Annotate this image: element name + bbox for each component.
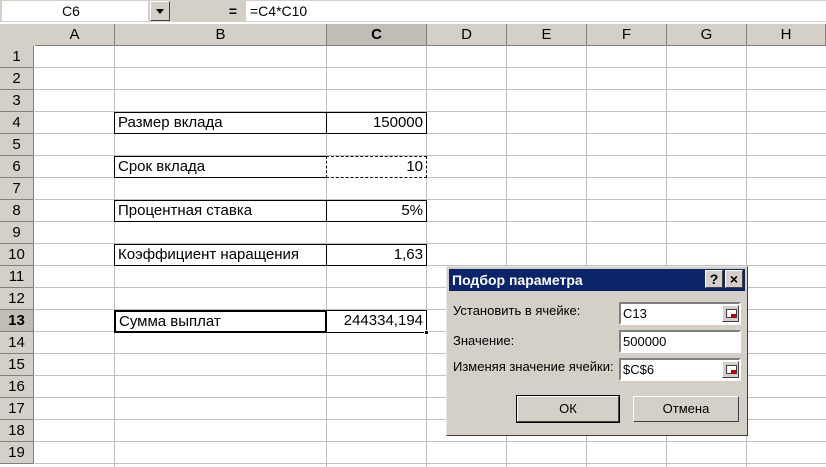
cancel-button[interactable]: Отмена	[633, 396, 739, 422]
row-header-2[interactable]: 2	[0, 68, 34, 90]
formula-input[interactable]: =C4*C10	[246, 1, 826, 21]
cell-b8[interactable]: Процентная ставка	[114, 200, 327, 222]
row-header-5[interactable]: 5	[0, 134, 34, 156]
collapse-dialog-icon[interactable]	[722, 305, 739, 322]
row-header-18[interactable]: 18	[0, 420, 34, 442]
cell-c10[interactable]: 1,63	[326, 244, 427, 266]
column-header-h[interactable]: H	[747, 24, 826, 46]
cell-b6[interactable]: Срок вклада	[114, 156, 327, 178]
row-header-11[interactable]: 11	[0, 266, 34, 288]
value-label: Значение:	[453, 333, 515, 348]
row-header-17[interactable]: 17	[0, 398, 34, 420]
changing-cell-label: Изменяя значение ячейки:	[453, 359, 614, 374]
value-input[interactable]: 500000	[619, 330, 741, 353]
row-header-4[interactable]: 4	[0, 112, 34, 134]
row-header-14[interactable]: 14	[0, 332, 34, 354]
cell-c13[interactable]: 244334,194	[326, 310, 427, 333]
column-header-bar: A B C D E F G H	[0, 24, 826, 46]
cell-c6[interactable]: 10	[326, 156, 427, 178]
help-button[interactable]: ?	[705, 270, 723, 288]
cell-c4[interactable]: 150000	[326, 112, 427, 134]
cell-b13[interactable]: Сумма выплат	[114, 310, 327, 333]
row-header-6[interactable]: 6	[0, 156, 34, 178]
cell-b10[interactable]: Коэффициент наращения	[114, 244, 327, 266]
column-header-e[interactable]: E	[507, 24, 587, 46]
name-box-dropdown-button[interactable]	[150, 1, 170, 21]
name-box[interactable]: C6	[2, 1, 148, 21]
row-header-10[interactable]: 10	[0, 244, 34, 266]
row-header-15[interactable]: 15	[0, 354, 34, 376]
formula-bar: C6 = =C4*C10	[0, 0, 826, 22]
dialog-title: Подбор параметра	[452, 272, 583, 288]
equals-sign: =	[228, 3, 238, 19]
row-header-3[interactable]: 3	[0, 90, 34, 112]
row-header-7[interactable]: 7	[0, 178, 34, 200]
dialog-title-bar[interactable]: Подбор параметра	[449, 269, 745, 291]
close-button[interactable]: ×	[725, 270, 743, 288]
row-header-13[interactable]: 13	[0, 310, 34, 332]
column-header-g[interactable]: G	[667, 24, 747, 46]
column-header-c[interactable]: C	[327, 24, 427, 46]
row-header-16[interactable]: 16	[0, 376, 34, 398]
column-header-d[interactable]: D	[427, 24, 507, 46]
column-header-a[interactable]: A	[35, 24, 115, 46]
row-header-12[interactable]: 12	[0, 288, 34, 310]
row-header-1[interactable]: 1	[0, 46, 34, 68]
collapse-dialog-icon[interactable]	[722, 361, 739, 378]
row-header-9[interactable]: 9	[0, 222, 34, 244]
fill-handle[interactable]	[424, 330, 429, 335]
row-header-19[interactable]: 19	[0, 442, 34, 464]
cell-b4[interactable]: Размер вклада	[114, 112, 327, 134]
column-header-b[interactable]: B	[115, 24, 327, 46]
ok-button[interactable]: ОК	[516, 395, 620, 423]
column-header-f[interactable]: F	[587, 24, 667, 46]
set-cell-label: Установить в ячейке:	[453, 303, 581, 318]
goal-seek-dialog: Подбор параметра ? × Установить в ячейке…	[446, 266, 748, 436]
cell-c8[interactable]: 5%	[326, 200, 427, 222]
row-header-8[interactable]: 8	[0, 200, 34, 222]
